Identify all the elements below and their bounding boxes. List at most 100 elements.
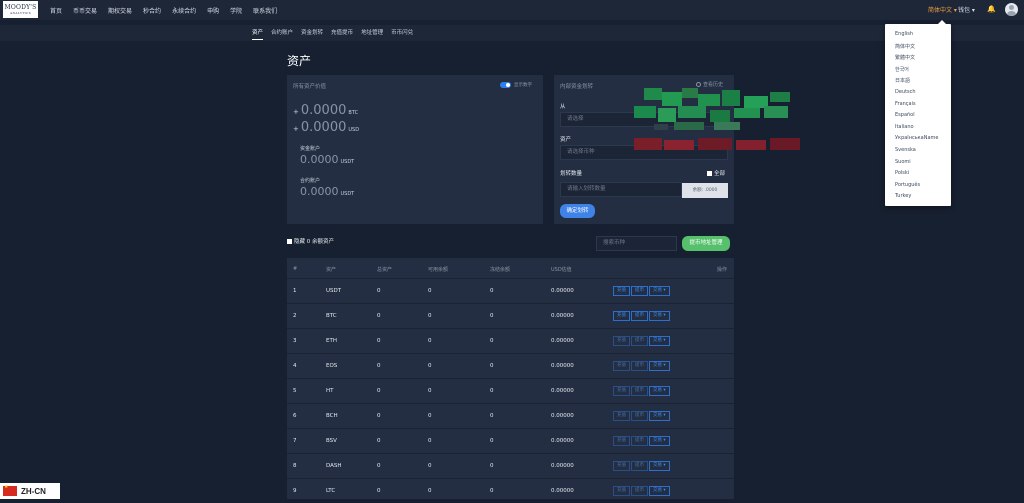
subnav-fund-transfer[interactable]: 资金划转 xyxy=(301,28,323,40)
withdraw-button[interactable]: 提币 xyxy=(631,461,648,471)
wallet-dropdown-trigger[interactable]: 钱包 ▾ xyxy=(958,5,975,14)
nav-item-options[interactable]: 期权交易 xyxy=(108,6,132,15)
subnav-address-mgmt[interactable]: 地址管理 xyxy=(361,28,383,40)
locale-badge[interactable]: ZH-CN xyxy=(0,483,60,499)
hide-zero-balance-checkbox[interactable]: 隐藏 0 余额资产 xyxy=(287,237,334,245)
trade-dropdown-button[interactable]: 交易 ▾ xyxy=(649,486,670,496)
withdraw-button[interactable]: 提币 xyxy=(631,336,648,346)
trade-dropdown-button[interactable]: 交易 ▾ xyxy=(649,461,670,471)
withdraw-button[interactable]: 提币 xyxy=(631,486,648,496)
deposit-button[interactable]: 充值 xyxy=(613,436,630,446)
language-option[interactable]: 日本語 xyxy=(895,77,910,84)
trade-dropdown-button[interactable]: 交易 ▾ xyxy=(649,286,670,296)
trade-dropdown-button[interactable]: 交易 ▾ xyxy=(649,411,670,421)
cell-asset: USDT xyxy=(326,288,342,294)
table-row: 7 BSV 0 0 0 0.00000 充值 提币 交易 ▾ xyxy=(287,428,734,453)
deposit-button[interactable]: 充值 xyxy=(613,386,630,396)
cell-avail: 0 xyxy=(428,363,432,369)
cell-frozen: 0 xyxy=(490,413,494,419)
cell-avail: 0 xyxy=(428,288,432,294)
all-label: 全部 xyxy=(714,171,726,177)
cell-total: 0 xyxy=(377,338,381,344)
checkbox-box xyxy=(287,238,292,244)
trade-dropdown-button[interactable]: 交易 ▾ xyxy=(649,386,670,396)
nav-item-subscribe[interactable]: 申购 xyxy=(207,6,219,15)
row-actions: 充值 提币 交易 ▾ xyxy=(613,411,671,421)
subnav-contract-account[interactable]: 合约账户 xyxy=(271,28,293,40)
cell-total: 0 xyxy=(377,288,381,294)
row-actions: 充值 提币 交易 ▾ xyxy=(613,386,671,396)
language-option[interactable]: Turkey xyxy=(895,193,911,199)
nav-item-academy[interactable]: 学院 xyxy=(230,6,242,15)
show-numbers-toggle[interactable] xyxy=(500,82,511,88)
all-checkbox[interactable]: 全部 xyxy=(707,169,725,177)
cell-avail: 0 xyxy=(428,463,432,469)
cell-asset: EOS xyxy=(326,363,338,369)
subnav-assets[interactable]: 资产 xyxy=(252,28,264,40)
language-option[interactable]: 繁體中文 xyxy=(895,54,915,61)
cell-frozen: 0 xyxy=(490,463,494,469)
cell-frozen: 0 xyxy=(490,488,494,494)
language-option[interactable]: Deutsch xyxy=(895,89,916,95)
cell-avail: 0 xyxy=(428,488,432,494)
nav-item-home[interactable]: 首页 xyxy=(50,6,62,15)
deposit-button[interactable]: 充值 xyxy=(613,286,630,296)
language-option[interactable]: English xyxy=(895,31,913,37)
cell-n: 7 xyxy=(293,438,297,444)
user-avatar-icon[interactable] xyxy=(1005,3,1018,16)
search-coin-input[interactable]: 搜索币种 xyxy=(596,236,677,251)
language-option[interactable]: Français xyxy=(895,101,916,107)
amount-input[interactable]: 请输入划转数量 xyxy=(560,182,682,197)
language-dropdown-trigger[interactable]: 简体中文 ▾ xyxy=(928,5,957,14)
bell-icon[interactable]: 🔔 xyxy=(987,5,996,13)
language-option[interactable]: 简体中文 xyxy=(895,43,915,50)
history-link[interactable]: 查看历史 xyxy=(696,81,723,88)
language-option[interactable]: Suomi xyxy=(895,159,911,165)
nav-item-contact[interactable]: 联系我们 xyxy=(253,6,277,15)
language-option[interactable]: Português xyxy=(895,182,920,188)
cell-total: 0 xyxy=(377,363,381,369)
subnav-deposit-withdraw[interactable]: 充值提币 xyxy=(331,28,353,40)
cell-avail: 0 xyxy=(428,438,432,444)
trade-dropdown-button[interactable]: 交易 ▾ xyxy=(649,311,670,321)
nav-item-perpetual[interactable]: 永续合约 xyxy=(172,6,196,15)
nav-item-spot[interactable]: 币币交易 xyxy=(73,6,97,15)
language-option[interactable]: Polski xyxy=(895,170,909,176)
cell-frozen: 0 xyxy=(490,288,494,294)
language-option[interactable]: 한국어 xyxy=(895,66,909,73)
trade-dropdown-button[interactable]: 交易 ▾ xyxy=(649,336,670,346)
confirm-transfer-button[interactable]: 确定划转 xyxy=(560,204,595,218)
cell-n: 1 xyxy=(293,288,297,294)
deposit-button[interactable]: 充值 xyxy=(613,361,630,371)
moodys-logo[interactable]: MOODY'S ANALYTICS xyxy=(3,1,38,18)
avatar-head xyxy=(1009,5,1014,10)
trade-dropdown-button[interactable]: 交易 ▾ xyxy=(649,436,670,446)
cell-n: 8 xyxy=(293,463,297,469)
fund-account-label: 资金账户 xyxy=(300,146,321,152)
withdraw-button[interactable]: 提币 xyxy=(631,286,648,296)
col-usd: USD估值 xyxy=(551,267,572,273)
amount-label: 划转数量 xyxy=(560,171,583,177)
subnav-flash-swap[interactable]: 币币闪兑 xyxy=(391,28,413,40)
withdraw-button[interactable]: 提币 xyxy=(631,361,648,371)
deposit-button[interactable]: 充值 xyxy=(613,411,630,421)
language-option[interactable]: Español xyxy=(895,112,915,118)
withdraw-button[interactable]: 提币 xyxy=(631,411,648,421)
available-balance: 余额: .0000 xyxy=(682,183,728,198)
trade-dropdown-button[interactable]: 交易 ▾ xyxy=(649,361,670,371)
nav-item-seconds[interactable]: 秒合约 xyxy=(143,6,161,15)
withdraw-button[interactable]: 提币 xyxy=(631,436,648,446)
deposit-button[interactable]: 充值 xyxy=(613,461,630,471)
deposit-button[interactable]: 充值 xyxy=(613,311,630,321)
cell-avail: 0 xyxy=(428,413,432,419)
deposit-button[interactable]: 充值 xyxy=(613,336,630,346)
deposit-button[interactable]: 充值 xyxy=(613,486,630,496)
withdraw-button[interactable]: 提币 xyxy=(631,311,648,321)
usd-sign: + xyxy=(293,125,299,133)
language-option[interactable]: Italiano xyxy=(895,124,914,130)
withdraw-button[interactable]: 提币 xyxy=(631,386,648,396)
language-option[interactable]: Svenska xyxy=(895,147,916,153)
language-option[interactable]: УкраїнськаName xyxy=(895,135,939,141)
table-row: 2 BTC 0 0 0 0.00000 充值 提币 交易 ▾ xyxy=(287,303,734,328)
withdraw-address-button[interactable]: 提币地址管理 xyxy=(682,236,730,251)
